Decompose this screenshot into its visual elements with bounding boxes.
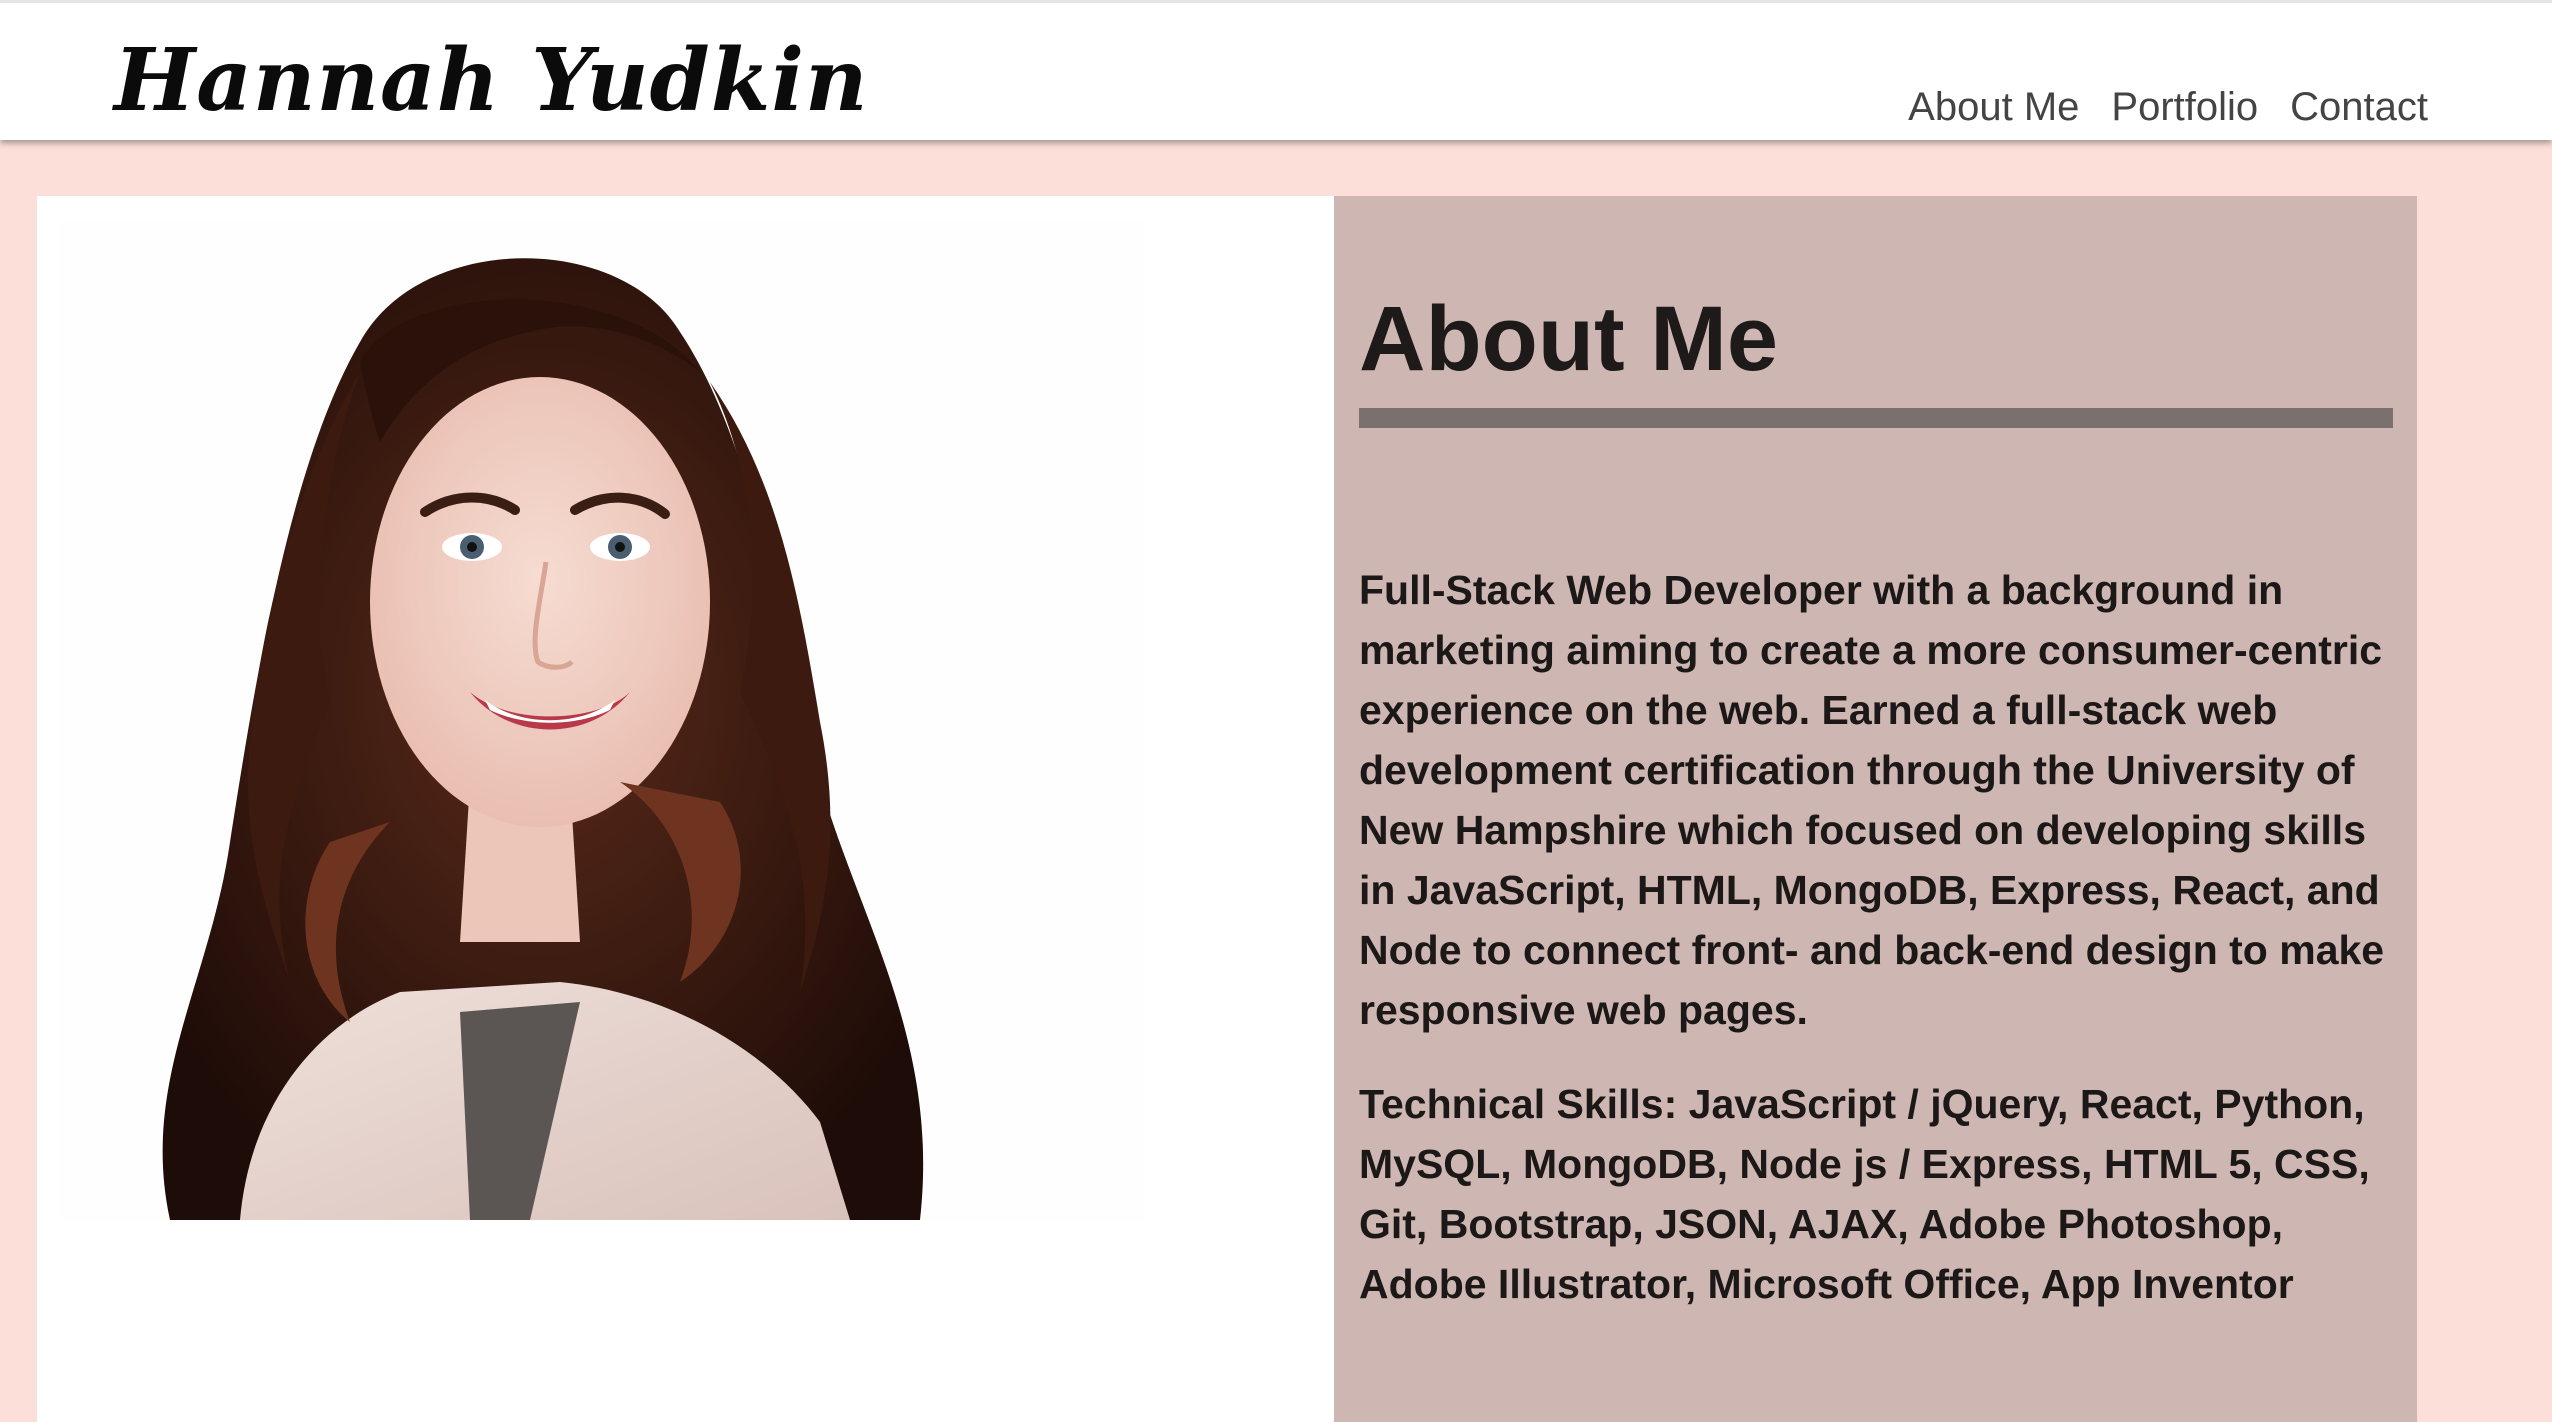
nav-link-contact[interactable]: Contact — [2290, 79, 2428, 135]
about-title: About Me — [1359, 288, 1779, 390]
about-panel: About Me Full-Stack Web Developer with a… — [1334, 196, 2417, 1422]
site-brand[interactable]: Hannah Yudkin — [114, 31, 869, 131]
nav-links: About Me Portfolio Contact — [1908, 79, 2428, 135]
nav-link-portfolio[interactable]: Portfolio — [2111, 79, 2258, 135]
technical-skills: Technical Skills: JavaScript / jQuery, R… — [1359, 1081, 2370, 1307]
profile-photo — [60, 222, 1145, 1220]
nav-link-about-me[interactable]: About Me — [1908, 79, 2079, 135]
about-bio: Full-Stack Web Developer with a backgrou… — [1359, 567, 2385, 1033]
about-divider — [1359, 408, 2393, 428]
navbar: Hannah Yudkin About Me Portfolio Contact — [0, 0, 2552, 140]
